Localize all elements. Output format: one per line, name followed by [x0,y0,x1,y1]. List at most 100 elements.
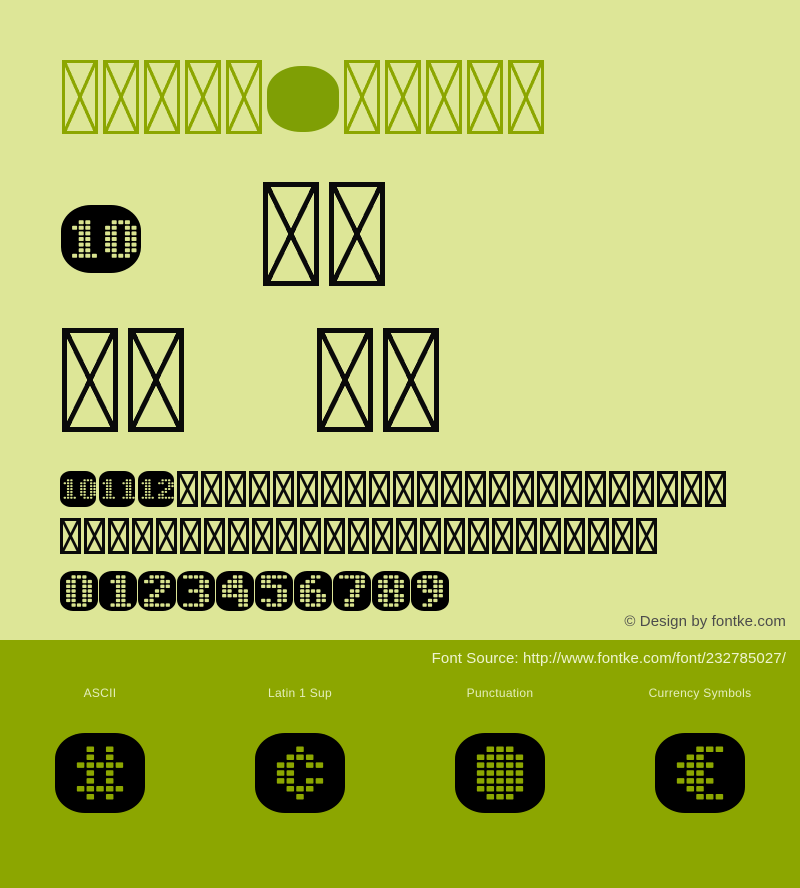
sample-notdef-glyph [537,471,558,507]
sample-notdef-glyph [564,518,585,554]
specimen-notdef-glyph [329,182,385,286]
specimen-notdef-glyph [128,328,184,432]
specimen-notdef-glyph [263,182,319,286]
sample-notdef-glyph [132,518,153,554]
sample-notdef-glyph [420,518,441,554]
sample-notdef-glyph [369,471,390,507]
unicode-block-cell: ASCII [0,682,200,813]
sample-notdef-glyph [249,471,270,507]
unicode-block-glyph-tile [655,733,745,813]
sample-notdef-glyph [465,471,486,507]
sample-notdef-glyph [417,471,438,507]
sample-notdef-glyph [225,471,246,507]
specimen-notdef-glyph [62,328,118,432]
sample-notdef-glyph [204,518,225,554]
sample-notdef-glyph [657,471,678,507]
unicode-block-grid: ASCII Latin 1 Sup Punctuation Currency Symb… [0,682,800,813]
sample-notdef-glyph [612,518,633,554]
unicode-block-glyph-tile [255,733,345,813]
sample-notdef-glyph [444,518,465,554]
digit-tile-5 [255,571,293,611]
sample-notdef-glyph [540,518,561,554]
unicode-block-label: Punctuation [466,686,534,700]
sample-notdef-glyph [633,471,654,507]
sample-notdef-glyph [492,518,513,554]
sample-notdef-glyph [177,471,198,507]
sample-notdef-glyph [228,518,249,554]
sample-notdef-glyph [372,518,393,554]
sample-notdef-glyph [60,518,81,554]
sample-notdef-glyph [324,518,345,554]
sample-notdef-glyph [393,471,414,507]
sample-notdef-glyph [513,471,534,507]
sample-notdef-glyph [348,518,369,554]
unicode-block-label: Latin 1 Sup [267,686,332,700]
sample-notdef-glyph [273,471,294,507]
unicode-block-cell: Punctuation [400,682,600,813]
digit-tile-4 [216,571,254,611]
specimen-row-1 [140,182,395,286]
digit-tile-1 [99,571,137,611]
sample-notdef-glyph [681,471,702,507]
sample-notdef-glyph [705,471,726,507]
sample-notdef-glyph [345,471,366,507]
sample-notdef-glyph [441,471,462,507]
title-notdef-glyph [385,60,421,134]
digit-tile-2 [138,571,176,611]
sample-notdef-glyph [588,518,609,554]
sample-notdef-glyph [84,518,105,554]
title-notdef-glyph [508,60,544,134]
sample-notdef-glyph [300,518,321,554]
sample-notdef-glyph [252,518,273,554]
digit-tile-8 [372,571,410,611]
title-notdef-glyph [467,60,503,134]
sample-tile-11 [99,471,135,507]
unicode-block-label: ASCII [83,686,117,700]
sample-text-row-2 [60,518,660,554]
title-notdef-glyph [185,60,221,134]
title-notdef-glyph [344,60,380,134]
sample-tile-10 [60,471,96,507]
font-source-link[interactable]: Font Source: http://www.fontke.com/font/… [432,650,786,667]
font-preview-title [62,60,549,138]
sample-notdef-glyph [636,518,657,554]
sample-notdef-glyph [516,518,537,554]
sample-tile-12 [138,471,174,507]
sample-notdef-glyph [489,471,510,507]
sample-notdef-glyph [321,471,342,507]
sample-notdef-glyph [180,518,201,554]
sample-notdef-glyph [561,471,582,507]
digit-tile-3 [177,571,215,611]
sample-notdef-glyph [108,518,129,554]
title-notdef-glyph [62,60,98,134]
specimen-notdef-glyph [383,328,439,432]
specimen-row-2 [62,328,449,432]
sample-notdef-glyph [201,471,222,507]
unicode-block-label: Currency Symbols [648,686,752,700]
sample-notdef-glyph [609,471,630,507]
sample-notdef-glyph [396,518,417,554]
unicode-block-glyph-tile [55,733,145,813]
digits-row [60,571,450,611]
copyright-text: © Design by fontke.com [624,613,786,630]
unicode-block-cell: Latin 1 Sup [200,682,400,813]
unicode-block-cell: Currency Symbols [600,682,800,813]
specimen-notdef-glyph [317,328,373,432]
sample-notdef-glyph [276,518,297,554]
sample-notdef-glyph [297,471,318,507]
specimen-tile-10 [61,205,141,273]
title-space-tile [267,66,339,132]
sample-notdef-glyph [468,518,489,554]
digit-tile-9 [411,571,449,611]
title-notdef-glyph [226,60,262,134]
digit-tile-0 [60,571,98,611]
footer-band: Font Source: http://www.fontke.com/font/… [0,640,800,888]
title-notdef-glyph [426,60,462,134]
sample-text-row-1 [60,471,729,507]
unicode-block-glyph-tile [455,733,545,813]
title-notdef-glyph [103,60,139,134]
digit-tile-7 [333,571,371,611]
title-notdef-glyph [144,60,180,134]
